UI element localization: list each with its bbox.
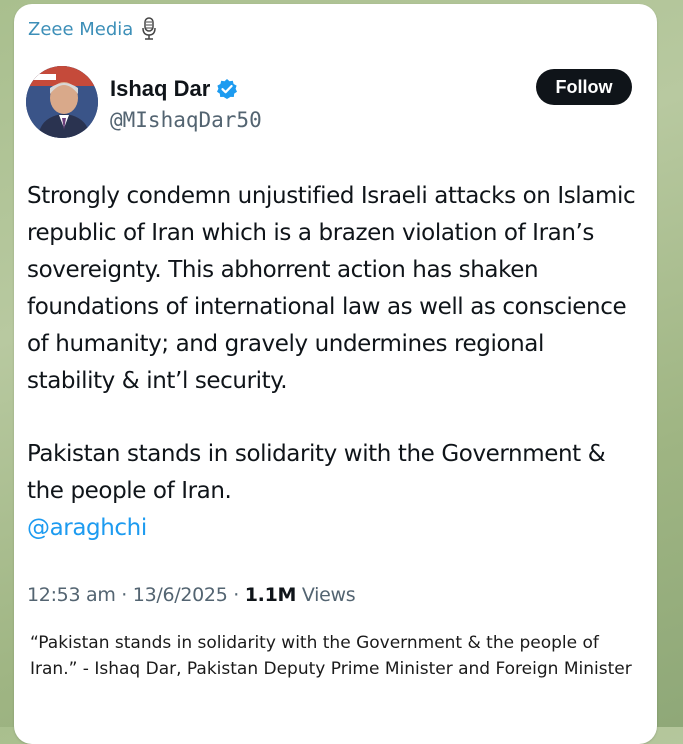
verified-badge-icon — [217, 79, 238, 99]
meta-separator: · — [121, 584, 133, 606]
follow-button[interactable]: Follow — [536, 69, 632, 105]
meta-separator: · — [233, 584, 245, 606]
author-handle[interactable]: @MIshaqDar50 — [110, 108, 262, 132]
tweet-paragraph-1: Strongly condemn unjustified Israeli att… — [27, 183, 636, 394]
mention-link[interactable]: @araghchi — [27, 510, 637, 547]
microphone-icon — [142, 17, 157, 40]
author-name[interactable]: Ishaq Dar — [110, 76, 238, 102]
message-caption: “Pakistan stands in solidarity with the … — [30, 633, 632, 679]
tweet-date[interactable]: 13/6/2025 — [133, 584, 228, 606]
channel-name[interactable]: Zeee Media — [28, 19, 133, 40]
tweet-paragraph-2: Pakistan stands in solidarity with the G… — [27, 441, 606, 504]
tweet-body: Strongly condemn unjustified Israeli att… — [27, 178, 637, 547]
avatar[interactable] — [26, 66, 98, 138]
tweet-time[interactable]: 12:53 am — [27, 584, 116, 606]
channel-header[interactable]: Zeee Media — [28, 17, 157, 41]
views-count: 1.1M — [244, 584, 297, 606]
message-bubble: Zeee Media Ishaq Dar @MIshaqDar50 Follow… — [14, 4, 657, 744]
views-label: Views — [301, 584, 356, 606]
tweet-meta: 12:53 am · 13/6/2025 · 1.1M Views — [27, 584, 356, 606]
avatar-image — [26, 66, 98, 138]
author-name-text[interactable]: Ishaq Dar — [110, 76, 210, 102]
